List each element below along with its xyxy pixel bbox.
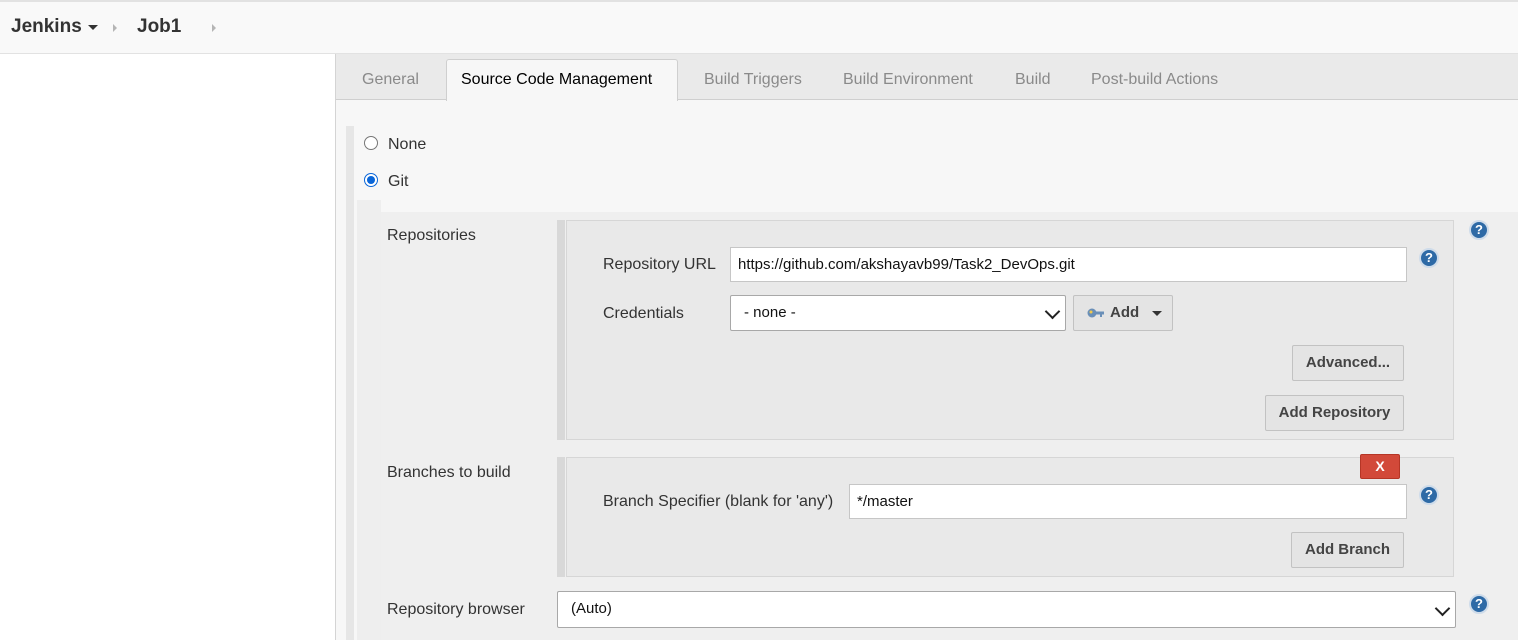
tab-build[interactable]: Build [1015, 71, 1051, 89]
repository-browser-value: (Auto) [571, 600, 612, 617]
repository-browser-help-icon[interactable]: ? [1469, 594, 1489, 614]
tab-build-triggers[interactable]: Build Triggers [704, 71, 802, 89]
scm-none-label[interactable]: None [388, 136, 426, 154]
key-icon [1087, 308, 1104, 318]
breadcrumb-separator-icon [113, 24, 117, 32]
repositories-help-icon[interactable]: ? [1469, 220, 1489, 240]
add-repository-button[interactable]: Add Repository [1265, 395, 1404, 431]
tab-post-build-actions[interactable]: Post-build Actions [1091, 71, 1218, 89]
section-indent-bar [346, 126, 354, 640]
breadcrumb-job[interactable]: Job1 [137, 16, 181, 38]
branches-to-build-label: Branches to build [387, 464, 511, 481]
caret-down-icon [1152, 311, 1162, 316]
repository-browser-select[interactable]: (Auto) [557, 591, 1456, 628]
scm-git-radio[interactable] [364, 173, 378, 187]
credentials-select-value: - none - [744, 304, 796, 321]
repository-url-help-icon[interactable]: ? [1419, 248, 1439, 268]
branch-specifier-input[interactable] [849, 484, 1407, 519]
repository-url-label: Repository URL [603, 256, 716, 273]
add-branch-button[interactable]: Add Branch [1291, 532, 1404, 568]
breadcrumb-bar [0, 0, 1518, 54]
advanced-button[interactable]: Advanced... [1292, 345, 1404, 381]
repository-browser-label: Repository browser [387, 601, 525, 618]
tab-build-environment[interactable]: Build Environment [843, 71, 973, 89]
tab-source-code-management-label[interactable]: Source Code Management [461, 71, 652, 89]
credentials-select[interactable]: - none - [730, 295, 1066, 331]
branch-specifier-help-icon[interactable]: ? [1419, 485, 1439, 505]
repository-url-input[interactable] [730, 247, 1407, 282]
git-section-indent-bar [357, 200, 381, 640]
repositories-label: Repositories [387, 227, 476, 244]
add-credentials-label: Add [1110, 304, 1140, 321]
branch-specifier-label: Branch Specifier (blank for 'any') [603, 493, 834, 510]
branch-chunk-bar [557, 457, 565, 577]
jenkins-dropdown-caret-icon[interactable] [88, 25, 98, 30]
credentials-label: Credentials [603, 305, 684, 322]
scm-git-label[interactable]: Git [388, 173, 408, 191]
breadcrumb-separator-icon[interactable] [212, 24, 216, 32]
tab-general[interactable]: General [362, 71, 419, 89]
delete-branch-button[interactable]: X [1360, 454, 1400, 479]
repository-chunk-bar [557, 220, 565, 440]
scm-none-radio[interactable] [364, 136, 378, 150]
breadcrumb-jenkins[interactable]: Jenkins [11, 16, 82, 38]
